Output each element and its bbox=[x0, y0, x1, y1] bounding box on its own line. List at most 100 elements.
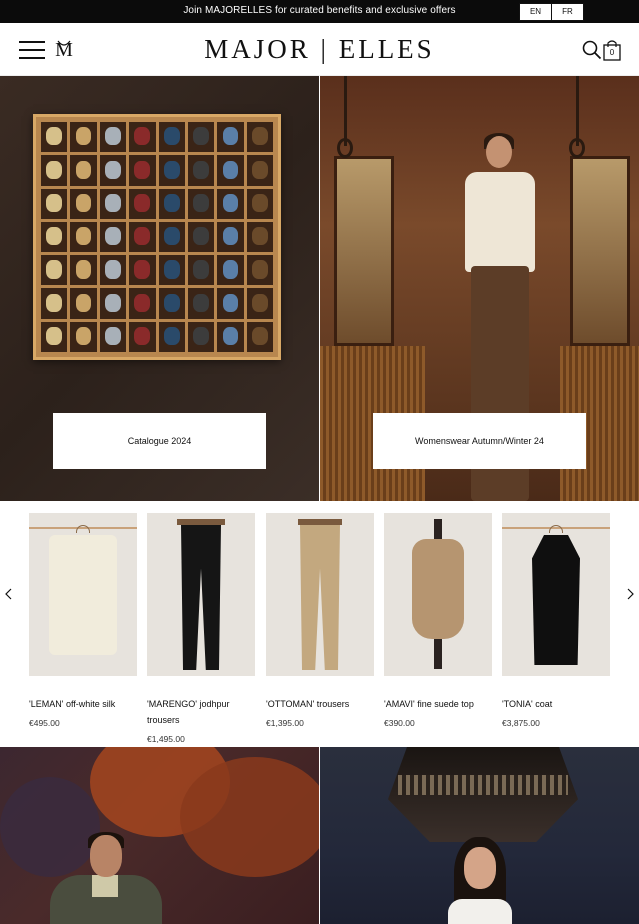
shadowbox-compartment bbox=[217, 155, 244, 186]
shadowbox-compartment bbox=[70, 188, 97, 219]
shadowbox-compartment bbox=[41, 221, 68, 253]
shadowbox-compartment bbox=[70, 221, 97, 253]
shadowbox-compartment bbox=[246, 255, 273, 286]
shadowbox-compartment bbox=[187, 321, 215, 352]
product-price: €1,495.00 bbox=[147, 734, 185, 744]
hamburger-menu-icon[interactable] bbox=[19, 41, 45, 59]
catalogue-button[interactable]: Catalogue 2024 bbox=[53, 413, 266, 469]
lantern-band-image bbox=[398, 775, 568, 795]
shadowbox-compartment bbox=[41, 122, 68, 153]
shadowbox-compartment bbox=[129, 122, 156, 153]
shadowbox-compartment bbox=[99, 255, 127, 286]
strap-image bbox=[576, 76, 579, 146]
model-figure bbox=[440, 837, 520, 924]
shadowbox-compartment bbox=[129, 321, 156, 352]
shadowbox-compartment bbox=[217, 188, 244, 219]
shadowbox-compartment bbox=[129, 255, 156, 286]
shadowbox-compartment bbox=[99, 122, 127, 153]
shadowbox-compartment bbox=[187, 188, 215, 219]
product-image[interactable] bbox=[29, 513, 137, 676]
shadowbox-compartment bbox=[99, 155, 127, 186]
site-header: M MAJOR | ELLES 0 bbox=[0, 23, 639, 76]
product-name[interactable]: 'LEMAN' off-white silk bbox=[29, 696, 137, 712]
product-name[interactable]: 'OTTOMAN' trousers bbox=[266, 696, 374, 712]
shadowbox-compartment bbox=[70, 255, 97, 286]
shadowbox-compartment bbox=[158, 155, 185, 186]
product-price: €495.00 bbox=[29, 718, 60, 728]
model-figure bbox=[40, 832, 170, 924]
svg-text:M: M bbox=[55, 39, 73, 60]
shadowbox-compartment bbox=[41, 155, 68, 186]
hero-catalogue-panel[interactable]: Catalogue 2024 bbox=[0, 76, 319, 501]
product-price: €390.00 bbox=[384, 718, 415, 728]
shadowbox-compartment bbox=[246, 321, 273, 352]
shadowbox-compartment bbox=[158, 321, 185, 352]
product-price: €3,875.00 bbox=[502, 718, 540, 728]
shadowbox-compartment bbox=[217, 221, 244, 253]
shadowbox-compartment bbox=[129, 288, 156, 319]
shadowbox-compartment bbox=[41, 288, 68, 319]
foliage-image bbox=[180, 757, 319, 877]
shadowbox-compartment bbox=[217, 288, 244, 319]
shadowbox-compartment bbox=[217, 255, 244, 286]
chevron-left-icon[interactable] bbox=[3, 587, 15, 601]
shadowbox-compartment bbox=[129, 155, 156, 186]
shadowbox-compartment bbox=[99, 221, 127, 253]
shadowbox-compartment bbox=[187, 255, 215, 286]
monogram-logo-icon[interactable]: M bbox=[52, 38, 76, 60]
shadowbox-compartment bbox=[217, 321, 244, 352]
product-price: €1,395.00 bbox=[266, 718, 304, 728]
shadowbox-compartment bbox=[217, 122, 244, 153]
product-image[interactable] bbox=[384, 513, 492, 676]
shadowbox-compartment bbox=[99, 321, 127, 352]
shadowbox-compartment bbox=[187, 288, 215, 319]
product-name[interactable]: 'TONIA' coat bbox=[502, 696, 610, 712]
product-carousel: 'LEMAN' off-white silk €495.00 'MARENGO'… bbox=[0, 501, 639, 747]
language-en-button[interactable]: EN bbox=[519, 3, 552, 21]
announcement-bar: Join MAJORELLES for curated benefits and… bbox=[0, 0, 639, 23]
product-image[interactable] bbox=[147, 513, 255, 676]
womenswear-button[interactable]: Womenswear Autumn/Winter 24 bbox=[373, 413, 586, 469]
shadowbox-compartment bbox=[99, 188, 127, 219]
shadowbox-compartment bbox=[187, 155, 215, 186]
shadowbox-compartment bbox=[129, 188, 156, 219]
shadowbox-compartment bbox=[246, 288, 273, 319]
shadowbox-compartment bbox=[41, 255, 68, 286]
shadowbox-compartment bbox=[41, 321, 68, 352]
shadowbox-compartment bbox=[70, 122, 97, 153]
shadowbox-compartment bbox=[70, 288, 97, 319]
strap-image bbox=[344, 76, 347, 146]
shadowbox-compartment bbox=[158, 221, 185, 253]
product-name[interactable]: 'MARENGO' jodhpur trousers bbox=[147, 696, 255, 728]
shadowbox-compartment bbox=[246, 122, 273, 153]
shopping-bag-icon[interactable]: 0 bbox=[602, 39, 622, 61]
womenswear-panel[interactable] bbox=[320, 747, 639, 924]
product-image[interactable] bbox=[502, 513, 610, 676]
ring-image bbox=[337, 138, 353, 158]
tram-window-image bbox=[570, 156, 630, 346]
menswear-panel[interactable] bbox=[0, 747, 319, 924]
hero-womenswear-panel[interactable]: Womenswear Autumn/Winter 24 bbox=[320, 76, 639, 501]
tram-window-image bbox=[334, 156, 394, 346]
shadowbox-compartment bbox=[246, 188, 273, 219]
product-image[interactable] bbox=[266, 513, 374, 676]
product-name[interactable]: 'AMAVI' fine suede top bbox=[384, 696, 492, 712]
search-icon[interactable] bbox=[582, 40, 602, 60]
shadowbox-compartment bbox=[129, 221, 156, 253]
cart-count: 0 bbox=[609, 48, 615, 57]
brand-logo[interactable]: MAJOR | ELLES bbox=[200, 34, 439, 65]
shadowbox-compartment bbox=[99, 288, 127, 319]
chevron-right-icon[interactable] bbox=[624, 587, 636, 601]
shadowbox-compartment bbox=[246, 221, 273, 253]
shadowbox-compartment bbox=[187, 221, 215, 253]
ring-image bbox=[569, 138, 585, 158]
shadowbox-compartment bbox=[158, 255, 185, 286]
shadowbox-compartment bbox=[70, 155, 97, 186]
shadowbox-compartment bbox=[158, 288, 185, 319]
language-fr-button[interactable]: FR bbox=[551, 3, 584, 21]
shadowbox-compartment bbox=[70, 321, 97, 352]
curiosity-shadowbox-image bbox=[33, 114, 281, 360]
shadowbox-compartment bbox=[158, 122, 185, 153]
shadowbox-compartment bbox=[187, 122, 215, 153]
shadowbox-compartment bbox=[246, 155, 273, 186]
